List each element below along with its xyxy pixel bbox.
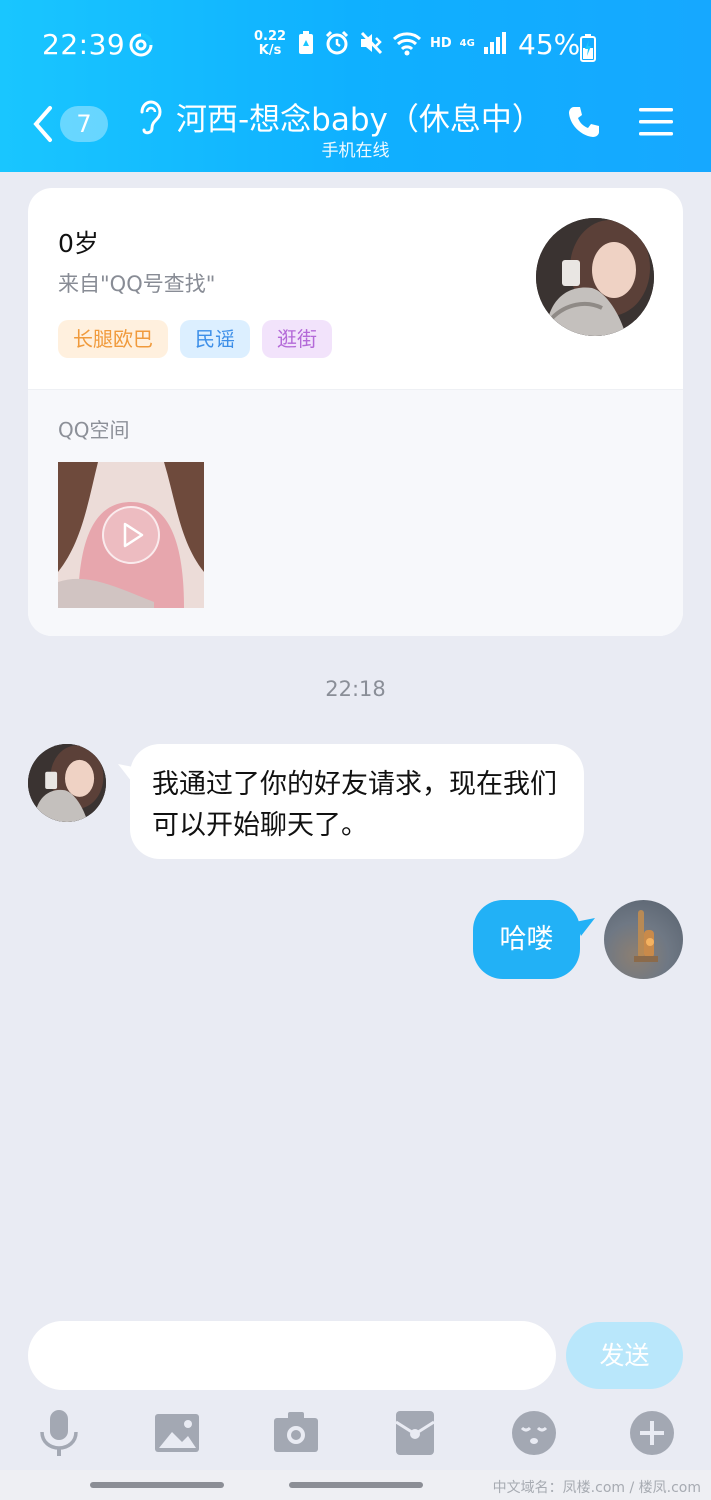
message-timestamp: 22:18 (325, 677, 386, 701)
status-icons: HD 4G (296, 30, 507, 56)
my-avatar-photo (634, 910, 658, 962)
battery-percent: 45% (518, 28, 581, 61)
profile-avatar[interactable] (536, 218, 654, 336)
play-icon (123, 522, 144, 548)
gesture-handle-left[interactable] (90, 1482, 224, 1488)
qzone-video-thumbnail[interactable] (58, 462, 204, 608)
play-button[interactable] (102, 506, 160, 564)
battery-charging-icon (580, 34, 596, 62)
mute-vibrate-icon (360, 31, 383, 55)
sent-message-bubble[interactable]: 哈喽 (473, 900, 580, 979)
microphone-icon[interactable] (34, 1408, 84, 1458)
watermark-text: 中文域名：凤楼.com / 楼凤.com (492, 1480, 701, 1496)
my-avatar[interactable] (604, 900, 683, 979)
received-message-bubble[interactable]: 我通过了你的好友请求，现在我们可以开始聊天了。 (130, 744, 584, 859)
app-notification-icon (129, 33, 153, 57)
profile-tag: 长腿欧巴 (58, 320, 168, 358)
signal-icon (483, 32, 506, 54)
avatar-photo (536, 218, 654, 336)
send-button[interactable]: 发送 (566, 1322, 683, 1389)
qzone-section[interactable]: QQ空间 (28, 389, 683, 636)
network-speed: 0.22 K/s (254, 30, 286, 58)
speed-unit: K/s (258, 43, 282, 58)
sent-bubble-tail (575, 918, 595, 936)
speed-value: 0.22 (254, 29, 287, 44)
contact-avatar[interactable] (28, 744, 106, 822)
qzone-title: QQ空间 (58, 418, 130, 442)
battery-saver-icon (299, 31, 313, 54)
profile-tag: 逛街 (262, 320, 332, 358)
status-time: 22:39 (42, 28, 126, 61)
message-input[interactable] (28, 1321, 556, 1390)
wifi-icon (392, 32, 422, 56)
gesture-handle-center[interactable] (289, 1482, 423, 1488)
alarm-icon (325, 30, 349, 55)
image-icon[interactable] (152, 1408, 202, 1458)
contact-avatar-photo (28, 744, 106, 822)
menu-icon[interactable] (638, 106, 674, 138)
red-packet-icon[interactable] (390, 1408, 440, 1458)
contact-name[interactable]: 河西-想念baby（休息中） (176, 94, 543, 139)
profile-card[interactable]: 0岁 来自"QQ号查找" 长腿欧巴 民谣 逛街 QQ空间 (28, 188, 683, 636)
profile-tags: 长腿欧巴 民谣 逛街 (58, 320, 332, 358)
profile-source: 来自"QQ号查找" (58, 272, 216, 296)
camera-icon[interactable] (271, 1408, 321, 1458)
contact-online-status: 手机在线 (321, 141, 390, 161)
profile-age: 0岁 (58, 229, 99, 258)
status-bar: 22:39 0.22 K/s HD 4G 45% (0, 22, 711, 70)
input-toolbar (0, 1404, 711, 1464)
profile-tag: 民谣 (180, 320, 250, 358)
phone-call-icon[interactable] (566, 104, 602, 140)
emoji-icon[interactable] (509, 1408, 559, 1458)
chat-header: 22:39 0.22 K/s HD 4G 45% 7 河西-想念baby（休息中… (0, 0, 711, 172)
chat-nav-bar: 7 河西-想念baby（休息中） 手机在线 (0, 90, 711, 162)
profile-info: 0岁 来自"QQ号查找" 长腿欧巴 民谣 逛街 (28, 188, 683, 389)
network-type: 4G (459, 37, 475, 49)
plus-icon[interactable] (627, 1408, 677, 1458)
hd-indicator: HD (430, 35, 452, 51)
ear-icon[interactable] (136, 98, 164, 138)
